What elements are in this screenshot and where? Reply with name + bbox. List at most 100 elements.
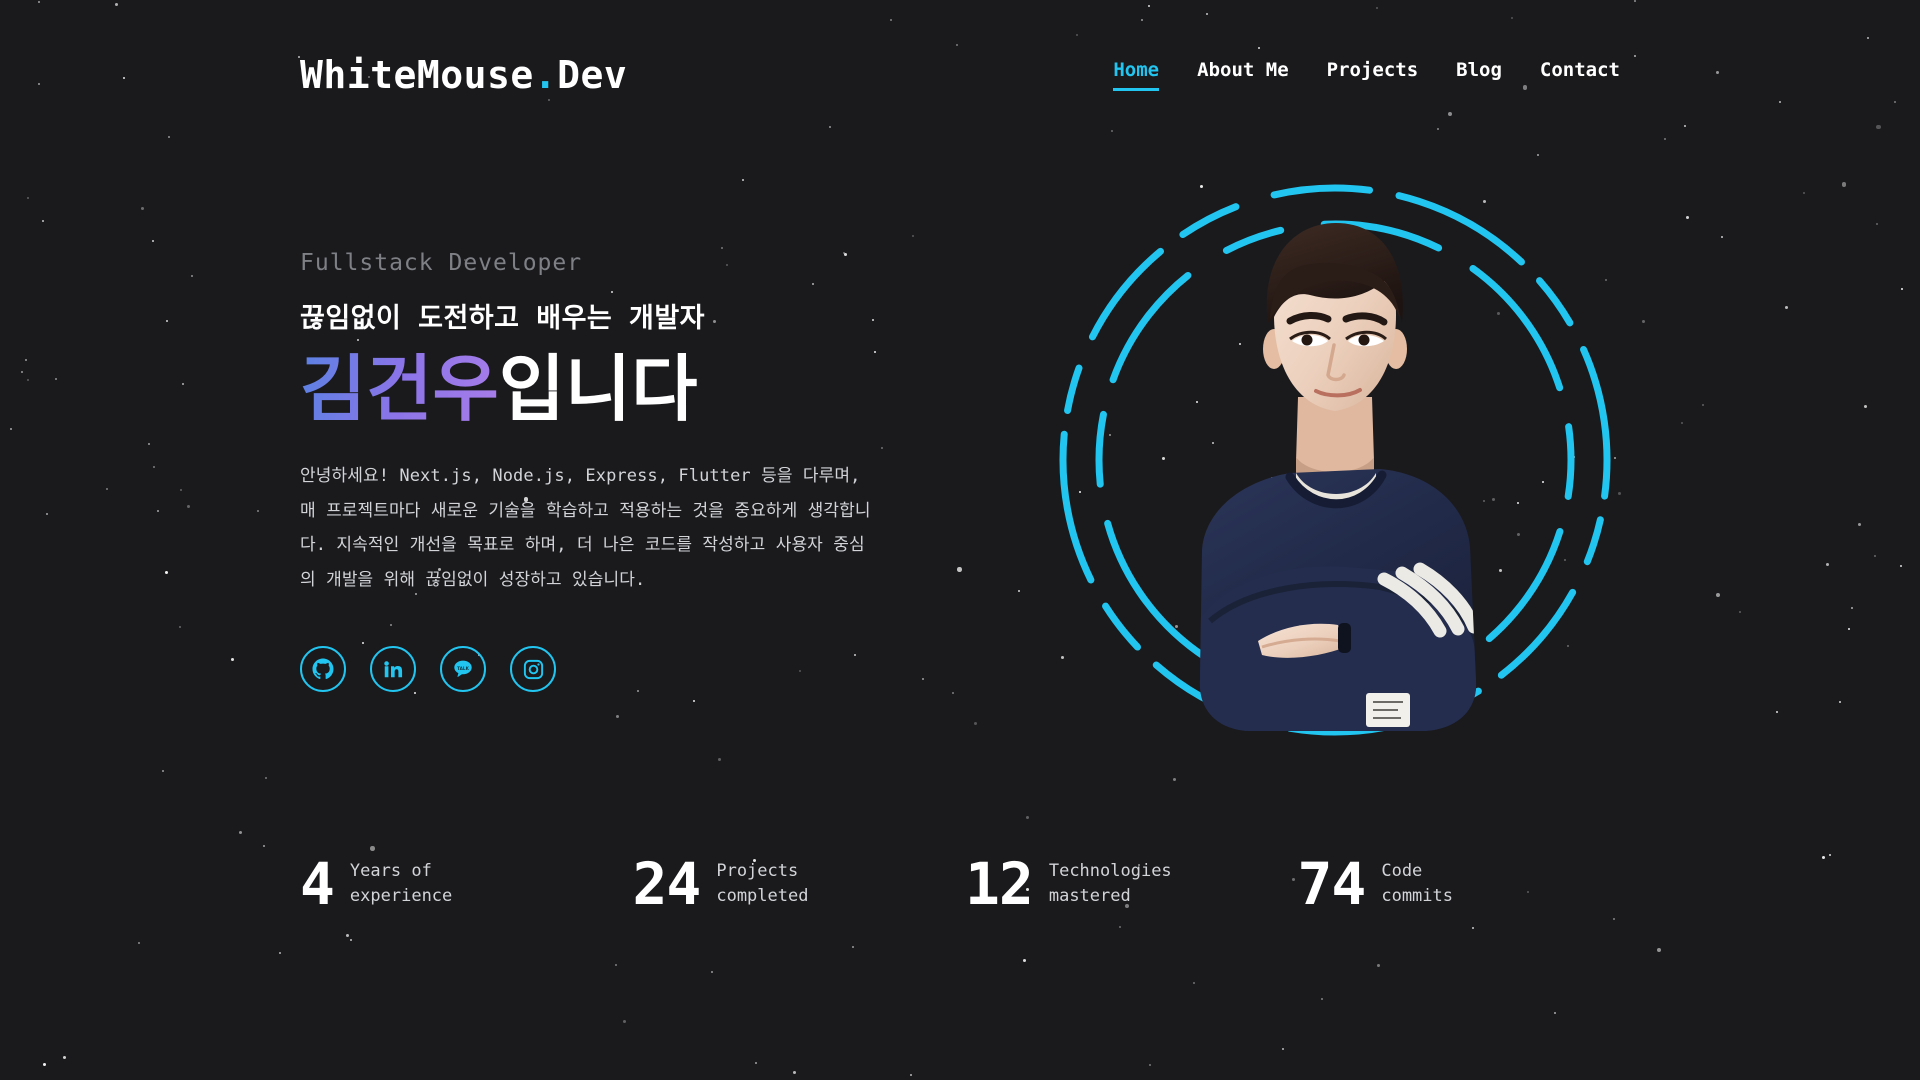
star-dot [191, 275, 194, 278]
star-dot [156, 510, 159, 513]
star-dot [346, 934, 350, 938]
star-dot [1641, 319, 1645, 323]
stat-value: 12 [965, 850, 1034, 918]
star-dot [710, 970, 713, 973]
stat-label: Technologies mastered [1048, 860, 1172, 907]
star-dot [1821, 855, 1825, 859]
hero-name: 김건우입니다 [300, 350, 900, 429]
stat-value: 24 [632, 850, 702, 918]
stat-value: 4 [300, 850, 335, 918]
social-links: TALK [300, 646, 900, 693]
star-dot [1803, 191, 1806, 194]
star-dot [24, 358, 27, 361]
star-dot [1738, 611, 1741, 614]
star-dot [1685, 216, 1689, 219]
star-dot [27, 378, 30, 381]
linkedin-icon[interactable] [370, 646, 416, 693]
nav-item-contact[interactable]: Contact [1540, 59, 1620, 91]
star-dot [793, 1071, 797, 1075]
star-dot [166, 320, 169, 323]
star-dot [615, 715, 619, 718]
star-dot [1023, 958, 1027, 962]
star-dot [622, 1019, 626, 1023]
star-dot [852, 946, 855, 949]
star-dot [264, 777, 267, 780]
github-icon[interactable] [300, 646, 346, 693]
star-dot [974, 722, 978, 725]
star-dot [1612, 918, 1615, 921]
stat-item: 4 Years of experience [300, 855, 633, 913]
profile-photo [1199, 223, 1477, 731]
star-dot [54, 377, 57, 380]
nav-item-blog[interactable]: Blog [1456, 59, 1502, 91]
star-dot [161, 769, 164, 772]
star-dot [957, 567, 962, 572]
star-dot [1173, 778, 1177, 782]
star-dot [1118, 926, 1121, 929]
star-dot [20, 371, 23, 374]
star-dot [921, 677, 924, 680]
star-dot [1149, 1064, 1152, 1067]
star-dot [1839, 700, 1842, 703]
star-dot [186, 504, 190, 508]
kakaotalk-icon[interactable]: TALK [440, 646, 486, 693]
star-dot [45, 513, 48, 516]
nav-item-home[interactable]: Home [1113, 59, 1159, 91]
logo-suffix: Dev [557, 53, 628, 97]
star-dot [179, 489, 182, 491]
star-dot [27, 196, 30, 199]
stat-label: Years of experience [349, 860, 453, 907]
site-header: WhiteMouse.Dev Home About Me Projects Blog C… [0, 0, 1920, 150]
star-dot [1026, 816, 1030, 820]
star-dot [152, 466, 155, 469]
star-dot [63, 1056, 67, 1060]
nav-item-about-me[interactable]: About Me [1197, 59, 1289, 91]
star-dot [1851, 607, 1854, 610]
site-logo[interactable]: WhiteMouse.Dev [300, 53, 627, 97]
star-dot [1192, 982, 1195, 985]
logo-text: WhiteMouse [300, 53, 534, 97]
hero-name-gradient: 김건우 [300, 347, 499, 431]
star-dot [1536, 153, 1539, 156]
star-dot [952, 691, 955, 694]
star-dot [910, 1073, 913, 1076]
star-dot [1281, 1048, 1284, 1051]
hero-eyebrow: Fullstack Developer [300, 250, 583, 276]
instagram-icon[interactable] [510, 646, 556, 693]
star-dot [911, 235, 914, 238]
star-dot [9, 428, 12, 430]
star-dot [1321, 998, 1324, 1001]
star-dot [43, 1063, 47, 1067]
star-dot [152, 239, 155, 242]
hero-headline: 끊임없이 도전하고 배우는 개발자 [300, 303, 706, 334]
star-dot [755, 1061, 758, 1064]
star-dot [720, 247, 723, 250]
star-dot [414, 692, 417, 695]
stat-item: 12 Technologies mastered [965, 855, 1298, 913]
logo-dot: . [533, 53, 558, 97]
stat-item: 24 Projects completed [633, 855, 966, 913]
star-dot [1828, 853, 1831, 856]
star-dot [1680, 422, 1683, 425]
star-dot [1876, 223, 1879, 226]
star-dot [279, 952, 282, 955]
star-dot [137, 941, 140, 944]
star-dot [370, 846, 375, 851]
star-dot [1656, 947, 1662, 953]
svg-text:TALK: TALK [457, 666, 469, 671]
star-dot [182, 383, 185, 386]
star-dot [141, 207, 145, 211]
hero-description: 안녕하세요! Next.js, Node.js, Express, Flutte… [300, 465, 871, 591]
star-dot [41, 219, 44, 222]
nav-item-projects[interactable]: Projects [1327, 59, 1419, 91]
star-dot [1874, 555, 1877, 558]
page-root: WhiteMouse.Dev Home About Me Projects Blog C… [0, 0, 1920, 1080]
star-dot [178, 625, 181, 628]
stat-label: Code commits [1381, 860, 1453, 907]
star-dot [718, 757, 722, 761]
star-dot [148, 442, 151, 445]
star-dot [693, 699, 696, 702]
star-dot [614, 964, 617, 967]
star-dot [239, 830, 243, 834]
main-navigation: Home About Me Projects Blog Contact [1113, 59, 1620, 91]
